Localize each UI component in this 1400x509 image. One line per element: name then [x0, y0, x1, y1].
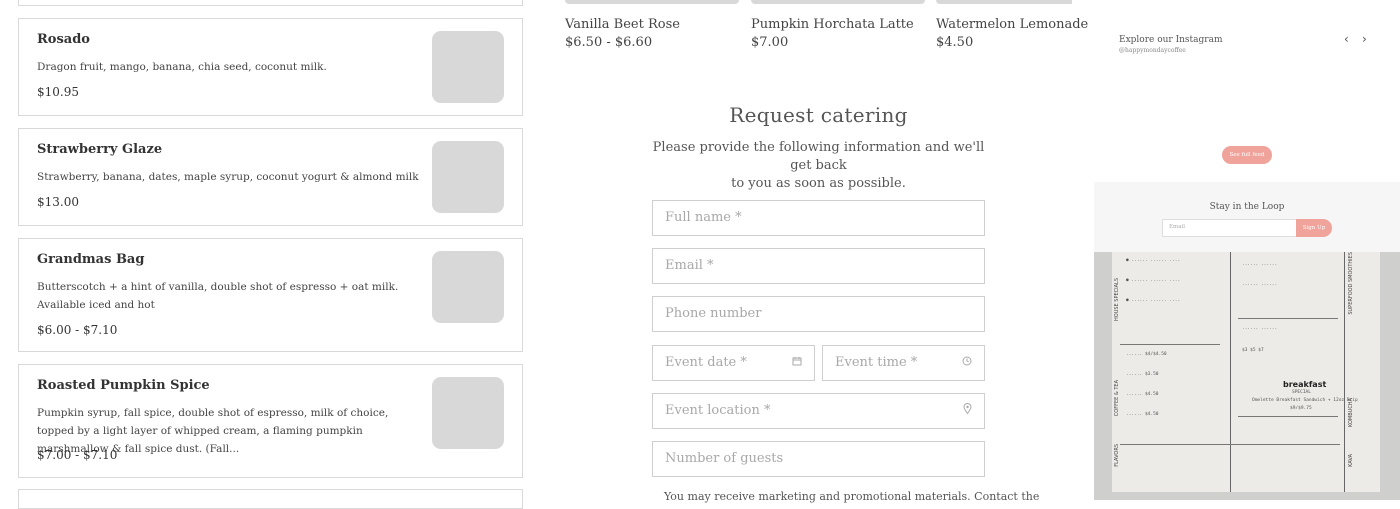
instagram-title: Explore our Instagram [1119, 35, 1223, 45]
clock-icon[interactable] [962, 355, 972, 371]
menu-board-divider [1230, 252, 1231, 492]
menu-board-text: ...... $4.50 [1126, 392, 1159, 397]
menu-item-name: Grandmas Bag [37, 252, 145, 267]
menu-board-text: ...... ...... [1242, 282, 1278, 287]
menu-board-image: HOUSE SPECIALS COFFEE & TEA FLAVORS SUPE… [1112, 252, 1380, 492]
full-name-field[interactable]: Full name * [652, 200, 985, 236]
chevron-left-icon[interactable]: ‹ [1344, 32, 1349, 46]
newsletter-section: Stay in the Loop Email Sign Up [1094, 182, 1400, 252]
menu-board-text: ...... $3.50 [1126, 372, 1159, 377]
number-of-guests-placeholder: Number of guests [665, 451, 784, 466]
product-image-placeholder[interactable] [936, 0, 1072, 4]
event-time-field[interactable]: Event time * [822, 345, 985, 381]
event-date-field[interactable]: Event date * [652, 345, 815, 381]
product-name[interactable]: Vanilla Beet Rose [565, 17, 680, 32]
event-date-placeholder: Event date * [665, 355, 747, 370]
menu-item-description: Dragon fruit, mango, banana, chia seed, … [37, 61, 327, 73]
product-price: $6.50 - $6.60 [565, 35, 653, 50]
menu-board-text: ● ...... ...... .... [1126, 298, 1181, 303]
menu-item-name: Strawberry Glaze [37, 142, 163, 157]
menu-board-rule [1238, 318, 1338, 319]
marketing-disclaimer: You may receive marketing and promotiona… [664, 490, 1040, 503]
calendar-icon[interactable] [792, 355, 802, 371]
newsletter-email-input[interactable]: Email [1162, 219, 1298, 237]
menu-board-side-label: HOUSE SPECIALS [1114, 278, 1120, 321]
menu-item-card[interactable] [18, 489, 523, 509]
menu-item-image-placeholder [432, 251, 504, 323]
menu-board-breakfast-title: breakfast [1283, 380, 1327, 389]
instagram-panel: Explore our Instagram @happymondaycoffee… [1094, 0, 1400, 500]
catering-subtitle: Please provide the following information… [652, 139, 985, 193]
menu-item-image-placeholder [432, 141, 504, 213]
instagram-header: Explore our Instagram @happymondaycoffee… [1094, 0, 1400, 182]
catering-subtitle-line: Please provide the following information… [652, 140, 985, 173]
newsletter-title: Stay in the Loop [1209, 202, 1285, 212]
menu-board-text: $3 $5 $7 [1242, 348, 1264, 353]
menu-item-name: Rosado [37, 32, 90, 47]
catering-subtitle-line: to you as soon as possible. [731, 176, 906, 191]
newsletter-email-placeholder: Email [1169, 224, 1186, 230]
product-image-placeholder[interactable] [751, 0, 925, 4]
menu-board-text: ...... ...... [1242, 262, 1278, 267]
menu-item-card-roasted-pumpkin-spice[interactable]: Roasted Pumpkin Spice Pumpkin syrup, fal… [18, 364, 523, 478]
menu-item-card-grandmas-bag[interactable]: Grandmas Bag Butterscotch + a hint of va… [18, 238, 523, 352]
menu-board-text: ● ...... ...... .... [1126, 258, 1181, 263]
menu-item-price: $7.00 - $7.10 [37, 448, 118, 462]
product-name[interactable]: Watermelon Lemonade [936, 17, 1088, 32]
menu-board-divider [1344, 252, 1345, 492]
menu-board-side-label: KAVA [1348, 454, 1354, 467]
menu-board-side-label: COFFEE & TEA [1114, 380, 1120, 417]
number-of-guests-field[interactable]: Number of guests [652, 441, 985, 477]
phone-number-placeholder: Phone number [665, 306, 762, 321]
menu-item-image-placeholder [432, 377, 504, 449]
menu-board-sandwich: Omelette Breakfast Sandwich + 12oz Drip [1252, 398, 1358, 403]
menu-item-description: Strawberry, banana, dates, maple syrup, … [37, 171, 419, 183]
menu-item-price: $10.95 [37, 85, 79, 99]
menu-board-sandwich-price: $9/$9.75 [1290, 406, 1312, 411]
menu-board-text: ...... $4.50 [1126, 412, 1159, 417]
menu-item-card-strawberry-glaze[interactable]: Strawberry Glaze Strawberry, banana, dat… [18, 128, 523, 226]
menu-board-side-label: FLAVORS [1114, 444, 1120, 467]
catering-title: Request catering [729, 103, 908, 127]
menu-board-rule [1120, 344, 1220, 345]
product-price: $4.50 [936, 35, 974, 50]
product-name[interactable]: Pumpkin Horchata Latte [751, 17, 914, 32]
menu-board-text: ...... $4/$4.50 [1126, 352, 1167, 357]
instagram-photo-menu-board[interactable]: HOUSE SPECIALS COFFEE & TEA FLAVORS SUPE… [1094, 252, 1400, 500]
phone-number-field[interactable]: Phone number [652, 296, 985, 332]
menu-item-price: $13.00 [37, 195, 79, 209]
instagram-handle[interactable]: @happymondaycoffee [1119, 47, 1186, 54]
menu-board-text: ...... ...... [1242, 326, 1278, 331]
menu-item-card[interactable] [18, 0, 523, 6]
location-pin-icon [963, 403, 972, 419]
event-location-placeholder: Event location * [665, 403, 771, 418]
menu-board-rule [1120, 444, 1340, 445]
see-full-feed-button[interactable]: See full feed [1222, 146, 1272, 164]
email-field[interactable]: Email * [652, 248, 985, 284]
product-price: $7.00 [751, 35, 789, 50]
menu-board-rule [1238, 416, 1338, 417]
menu-board-text: ● ...... ...... .... [1126, 278, 1181, 283]
menu-item-card-rosado[interactable]: Rosado Dragon fruit, mango, banana, chia… [18, 18, 523, 116]
event-time-placeholder: Event time * [835, 355, 918, 370]
event-location-field[interactable]: Event location * [652, 393, 985, 429]
menu-item-name: Roasted Pumpkin Spice [37, 378, 210, 393]
menu-board-side-label: SUPERFOOD SMOOTHIES [1348, 252, 1354, 315]
menu-board-special: SPECIAL [1292, 390, 1311, 395]
menu-item-image-placeholder [432, 31, 504, 103]
chevron-right-icon[interactable]: › [1362, 32, 1367, 46]
menu-item-price: $6.00 - $7.10 [37, 323, 118, 337]
full-name-placeholder: Full name * [665, 210, 742, 225]
menu-item-description: Butterscotch + a hint of vanilla, double… [37, 281, 399, 311]
product-image-placeholder[interactable] [565, 0, 739, 4]
email-placeholder: Email * [665, 258, 714, 273]
sign-up-button[interactable]: Sign Up [1296, 219, 1332, 237]
